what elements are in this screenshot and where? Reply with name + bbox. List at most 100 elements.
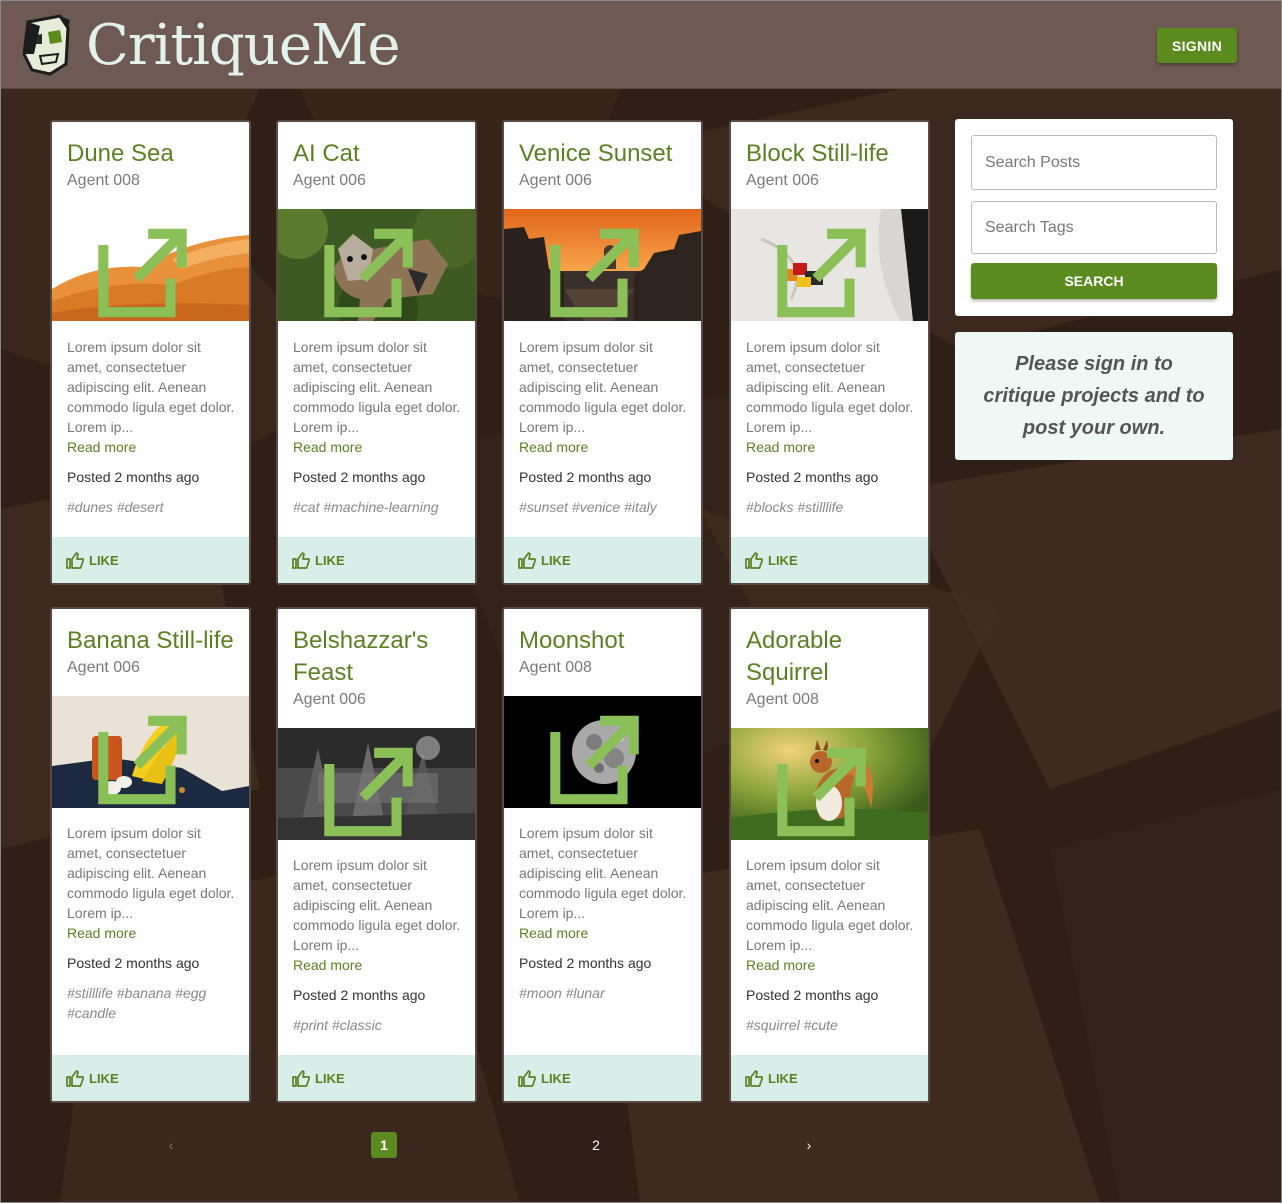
- like-label: LIKE: [768, 1070, 798, 1086]
- search-posts-input[interactable]: [971, 135, 1217, 190]
- critiqueme-logo-icon[interactable]: [20, 14, 72, 76]
- search-button[interactable]: SEARCH: [971, 263, 1217, 299]
- thumbs-up-icon: [518, 1070, 536, 1087]
- post-title[interactable]: Block Still-life: [746, 138, 921, 170]
- post-title[interactable]: AI Cat: [293, 138, 468, 170]
- post-tags[interactable]: #moon #lunar: [519, 983, 694, 1003]
- like-button[interactable]: LIKE: [744, 1067, 798, 1089]
- open-external-icon[interactable]: [278, 736, 467, 840]
- post-card: Dune Sea Agent 008 Lorem ipsum dolor sit…: [50, 120, 251, 585]
- like-button[interactable]: LIKE: [65, 549, 119, 571]
- post-excerpt: Lorem ipsum dolor sit amet, consectetuer…: [519, 339, 687, 435]
- open-external-icon[interactable]: [52, 704, 241, 808]
- like-bar: LIKE: [278, 1055, 475, 1101]
- search-tags-input[interactable]: [971, 201, 1217, 254]
- post-title[interactable]: Adorable Squirrel: [746, 625, 921, 689]
- open-external-icon[interactable]: [52, 217, 241, 321]
- post-card: AI Cat Agent 006 Lorem ipsum dolor sit a…: [276, 120, 477, 585]
- post-image[interactable]: [278, 209, 475, 321]
- post-author: Agent 008: [746, 691, 819, 708]
- post-timestamp: Posted 2 months ago: [67, 469, 200, 485]
- like-bar: LIKE: [52, 1055, 249, 1101]
- open-external-icon[interactable]: [731, 736, 920, 840]
- post-image[interactable]: [278, 728, 475, 840]
- read-more-link[interactable]: Read more: [746, 439, 815, 455]
- post-tags[interactable]: #cat #machine-learning: [293, 497, 468, 517]
- like-button[interactable]: LIKE: [65, 1067, 119, 1089]
- pagination-page-2[interactable]: 2: [583, 1132, 609, 1158]
- thumbs-up-icon: [745, 552, 763, 569]
- read-more-link[interactable]: Read more: [67, 439, 136, 455]
- like-label: LIKE: [315, 1070, 345, 1086]
- post-card: Venice Sunset Agent 006 Lorem ipsum dolo…: [502, 120, 703, 585]
- read-more-link[interactable]: Read more: [293, 957, 362, 973]
- post-card: Block Still-life Agent 006 Lorem ipsum d…: [729, 120, 930, 585]
- like-label: LIKE: [315, 552, 345, 568]
- thumbs-up-icon: [518, 552, 536, 569]
- like-label: LIKE: [768, 552, 798, 568]
- open-external-icon[interactable]: [504, 217, 693, 321]
- post-author: Agent 008: [67, 172, 140, 189]
- like-label: LIKE: [541, 1070, 571, 1086]
- like-label: LIKE: [89, 1070, 119, 1086]
- read-more-link[interactable]: Read more: [67, 925, 136, 941]
- post-tags[interactable]: #dunes #desert: [67, 497, 242, 517]
- post-author: Agent 006: [293, 691, 366, 708]
- post-title[interactable]: Venice Sunset: [519, 138, 694, 170]
- post-title[interactable]: Belshazzar's Feast: [293, 625, 468, 689]
- post-tags[interactable]: #squirrel #cute: [746, 1015, 921, 1035]
- signin-button[interactable]: SIGNIN: [1157, 28, 1237, 63]
- read-more-link[interactable]: Read more: [519, 439, 588, 455]
- pagination-page-1[interactable]: 1: [371, 1132, 397, 1158]
- post-timestamp: Posted 2 months ago: [67, 955, 200, 971]
- post-excerpt: Lorem ipsum dolor sit amet, consectetuer…: [746, 339, 914, 435]
- post-tags[interactable]: #print #classic: [293, 1015, 468, 1035]
- post-excerpt: Lorem ipsum dolor sit amet, consectetuer…: [293, 339, 461, 435]
- open-external-icon[interactable]: [504, 704, 693, 808]
- like-button[interactable]: LIKE: [291, 1067, 345, 1089]
- like-bar: LIKE: [504, 1055, 701, 1101]
- post-card: Belshazzar's Feast Agent 006 Lorem ipsum…: [276, 607, 477, 1103]
- like-button[interactable]: LIKE: [517, 1067, 571, 1089]
- post-tags[interactable]: #sunset #venice #italy: [519, 497, 694, 517]
- thumbs-up-icon: [66, 1070, 84, 1087]
- brand-name[interactable]: CritiqueMe: [86, 14, 400, 78]
- post-author: Agent 006: [67, 659, 140, 676]
- like-button[interactable]: LIKE: [744, 549, 798, 571]
- like-button[interactable]: LIKE: [517, 549, 571, 571]
- post-image[interactable]: [504, 696, 701, 808]
- read-more-link[interactable]: Read more: [519, 925, 588, 941]
- like-button[interactable]: LIKE: [291, 549, 345, 571]
- open-external-icon[interactable]: [731, 217, 920, 321]
- post-card: Moonshot Agent 008 Lorem ipsum dolor sit…: [502, 607, 703, 1103]
- thumbs-up-icon: [292, 1070, 310, 1087]
- like-bar: LIKE: [731, 537, 928, 583]
- search-panel: SEARCH: [955, 119, 1233, 316]
- like-label: LIKE: [89, 552, 119, 568]
- post-timestamp: Posted 2 months ago: [746, 987, 879, 1003]
- post-image[interactable]: [52, 696, 249, 808]
- post-title[interactable]: Moonshot: [519, 625, 694, 657]
- post-image[interactable]: [731, 209, 928, 321]
- post-author: Agent 008: [519, 659, 592, 676]
- post-tags[interactable]: #blocks #stilllife: [746, 497, 921, 517]
- read-more-link[interactable]: Read more: [746, 957, 815, 973]
- post-excerpt: Lorem ipsum dolor sit amet, consectetuer…: [67, 825, 235, 921]
- post-image[interactable]: [504, 209, 701, 321]
- post-image[interactable]: [52, 209, 249, 321]
- open-external-icon[interactable]: [278, 217, 467, 321]
- post-title[interactable]: Dune Sea: [67, 138, 242, 170]
- post-tags[interactable]: #stilllife #banana #egg #candle: [67, 983, 242, 1023]
- post-timestamp: Posted 2 months ago: [746, 469, 879, 485]
- post-image[interactable]: [731, 728, 928, 840]
- post-timestamp: Posted 2 months ago: [519, 469, 652, 485]
- post-author: Agent 006: [293, 172, 366, 189]
- post-card: Banana Still-life Agent 006 Lorem ipsum …: [50, 607, 251, 1103]
- thumbs-up-icon: [292, 552, 310, 569]
- post-title[interactable]: Banana Still-life: [67, 625, 242, 657]
- pagination-prev-button[interactable]: ‹: [158, 1132, 184, 1158]
- post-excerpt: Lorem ipsum dolor sit amet, consectetuer…: [67, 339, 235, 435]
- read-more-link[interactable]: Read more: [293, 439, 362, 455]
- like-bar: LIKE: [278, 537, 475, 583]
- pagination-next-button[interactable]: ›: [796, 1132, 822, 1158]
